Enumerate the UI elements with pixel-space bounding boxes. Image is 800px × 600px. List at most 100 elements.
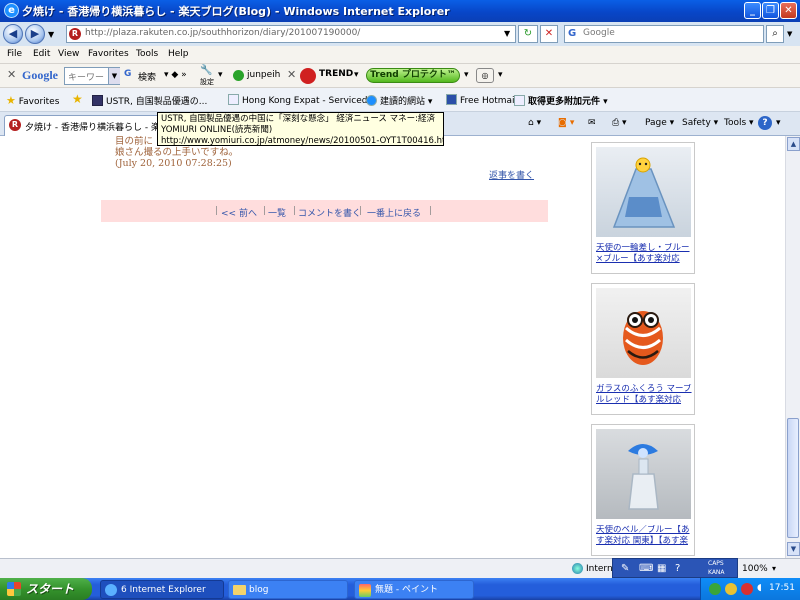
search-go-icon[interactable]: ⌕ xyxy=(766,25,784,43)
google-user[interactable]: junpeih xyxy=(247,70,280,80)
address-field[interactable]: R http://plaza.rakuten.co.jp/southhorizo… xyxy=(66,25,516,43)
google-dropdown-icon[interactable]: ▼ xyxy=(108,68,120,84)
start-button[interactable]: スタート xyxy=(0,578,92,600)
dropdown-icon[interactable]: ▾ xyxy=(464,70,469,80)
back-button[interactable]: ◀ xyxy=(3,24,23,44)
ime-kana: KANA xyxy=(708,569,725,576)
dropdown-icon[interactable]: ▾ xyxy=(776,118,781,128)
shield-icon[interactable] xyxy=(725,583,737,595)
help-icon[interactable]: ? xyxy=(758,116,772,130)
close-toolbar-icon[interactable]: ✕ xyxy=(7,68,16,81)
search-dropdown-icon[interactable]: ▼ xyxy=(787,30,792,38)
google-search-icon: G xyxy=(568,28,577,39)
mail-icon[interactable]: ✉ xyxy=(588,118,596,128)
forward-button[interactable]: ▶ xyxy=(25,24,45,44)
search-input[interactable]: G Google xyxy=(564,25,764,43)
taskbar-item-ie[interactable]: 6 Internet Explorer xyxy=(100,580,224,599)
page-menu[interactable]: Page ▾ xyxy=(645,118,674,128)
product-image[interactable] xyxy=(596,288,691,378)
favorite-item-addons[interactable]: 取得更多附加元件 ▾ xyxy=(514,94,608,107)
taskbar-item-paint[interactable]: 無題 - ペイント xyxy=(354,580,474,599)
menu-favorites[interactable]: Favorites xyxy=(88,49,129,59)
minimize-button[interactable]: _ xyxy=(744,2,761,19)
dropdown-icon[interactable]: ▾ xyxy=(354,70,359,80)
write-comment-link[interactable]: コメントを書く xyxy=(298,206,361,219)
tools-menu[interactable]: Tools ▾ xyxy=(724,118,754,128)
add-favorite-icon[interactable]: ★ xyxy=(72,92,83,106)
volume-icon[interactable]: ◖ xyxy=(757,583,767,595)
google-search-button[interactable]: 検索 xyxy=(138,70,156,83)
menu-file[interactable]: File xyxy=(7,49,22,59)
tab-current[interactable]: R 夕焼け - 香港帰り横浜暮らし - 楽天 xyxy=(4,115,169,136)
home-icon[interactable]: ⌂ ▾ xyxy=(528,118,541,128)
trend-label: TREND xyxy=(319,69,354,79)
ime-language-bar[interactable]: ✎ ⌨ ▦ ? CAPS KANA xyxy=(612,558,738,578)
safety-menu[interactable]: Safety ▾ xyxy=(682,118,718,128)
zoom-dropdown-icon[interactable]: ▾ xyxy=(772,564,776,573)
favorites-button[interactable]: ★ Favorites xyxy=(6,94,59,107)
folder-icon xyxy=(233,585,246,595)
google-logo: Google xyxy=(22,68,58,82)
google-toolbar: ✕ Google キーワー ▼ G 検索 ▾ ◆ » 🔧 設定 ▾ junpei… xyxy=(0,64,800,88)
vertical-scrollbar[interactable]: ▲ ▼ xyxy=(785,136,800,558)
product-card[interactable]: ガラスのふくろう マーブルレッド【あす楽対応 … xyxy=(591,283,695,415)
close-trend-icon[interactable]: ✕ xyxy=(287,68,296,81)
menu-edit[interactable]: Edit xyxy=(33,49,50,59)
msn-favicon-icon xyxy=(446,94,457,105)
menu-help[interactable]: Help xyxy=(168,49,189,59)
title-bar[interactable]: e 夕焼け - 香港帰り横浜暮らし - 楽天ブログ(Blog) - Window… xyxy=(0,0,800,22)
toolbar-arrow-icon[interactable]: ▾ ◆ » xyxy=(164,70,187,80)
product-card[interactable]: 天使の一輪差し・ブルー×ブルー【あす楽対応 xyxy=(591,142,695,274)
dropdown-icon[interactable]: ▾ xyxy=(498,70,503,80)
star-icon: ★ xyxy=(6,94,16,107)
scroll-down-icon[interactable]: ▼ xyxy=(787,542,800,556)
trend-protect-button[interactable]: Trend プロテクト™ xyxy=(366,68,460,83)
search-placeholder: Google xyxy=(583,28,615,38)
scroll-thumb[interactable] xyxy=(787,418,799,538)
taskbar-item-blog[interactable]: blog xyxy=(228,580,348,599)
settings-button[interactable]: 設定 xyxy=(200,77,214,87)
menu-view[interactable]: View xyxy=(58,49,79,59)
favorite-item-suggested-sites[interactable]: 建讀的網站 ▾ xyxy=(366,94,432,107)
network-icon[interactable] xyxy=(709,583,721,595)
ime-tool-icon[interactable]: ▦ xyxy=(657,563,666,574)
close-button[interactable]: ✕ xyxy=(780,2,797,19)
back-to-top-link[interactable]: 一番上に戻る xyxy=(367,206,421,219)
scroll-up-icon[interactable]: ▲ xyxy=(787,137,800,151)
tooltip-url: http://www.yomiuri.co.jp/atmoney/news/20… xyxy=(161,136,444,146)
product-caption[interactable]: ガラスのふくろう マーブルレッド【あす楽対応 … xyxy=(596,384,692,408)
trend-tray-icon[interactable] xyxy=(741,583,753,595)
ime-help-icon[interactable]: ? xyxy=(675,563,680,574)
product-image[interactable] xyxy=(596,147,691,237)
print-icon[interactable]: ⎙ ▾ xyxy=(612,118,627,128)
address-dropdown-icon[interactable]: ▼ xyxy=(504,29,510,38)
comment-date: (July 20, 2010 07:28:25) xyxy=(115,158,232,169)
maximize-button[interactable]: ❐ xyxy=(762,2,779,19)
refresh-icon[interactable]: ↻ xyxy=(518,25,538,43)
product-caption[interactable]: 天使の一輪差し・ブルー×ブルー【あす楽対応 xyxy=(596,243,692,267)
rss-icon[interactable]: ◙ ▾ xyxy=(558,118,574,128)
paint-icon xyxy=(359,584,371,597)
list-link[interactable]: 一覧 xyxy=(268,206,286,219)
reply-link[interactable]: 返事を書く xyxy=(489,168,534,181)
stop-icon[interactable]: ✕ xyxy=(540,25,558,43)
wifi-icon[interactable]: ◎ xyxy=(476,68,494,83)
favorite-item-hotmail[interactable]: Free Hotmail xyxy=(446,94,517,106)
product-caption[interactable]: 天使のベル／ブルー【あす楽対応 関東】【あす楽 xyxy=(596,525,692,549)
menu-tools[interactable]: Tools xyxy=(136,49,158,59)
ime-keyboard-icon[interactable]: ⌨ xyxy=(639,563,653,574)
favorite-item-hongkong-expat[interactable]: Hong Kong Expat - Serviced... xyxy=(228,94,376,106)
zoom-level[interactable]: 100% xyxy=(742,564,768,574)
nav-separator: | xyxy=(359,206,363,216)
product-card[interactable]: 天使のベル／ブルー【あす楽対応 関東】【あす楽 xyxy=(591,424,695,556)
history-dropdown-icon[interactable]: ▼ xyxy=(48,30,54,39)
security-zone[interactable]: Intern xyxy=(586,564,613,574)
dropdown-icon[interactable]: ▾ xyxy=(218,70,223,80)
clock[interactable]: 17:51 xyxy=(769,583,795,593)
favorite-item-ustr[interactable]: USTR, 自国製品優遇の... xyxy=(92,94,207,107)
product-image[interactable] xyxy=(596,429,691,519)
ime-pen-icon[interactable]: ✎ xyxy=(621,563,629,574)
prev-link[interactable]: << 前へ xyxy=(221,206,257,219)
glass-owl-image xyxy=(623,311,663,365)
wrench-icon[interactable]: 🔧 xyxy=(200,65,212,76)
